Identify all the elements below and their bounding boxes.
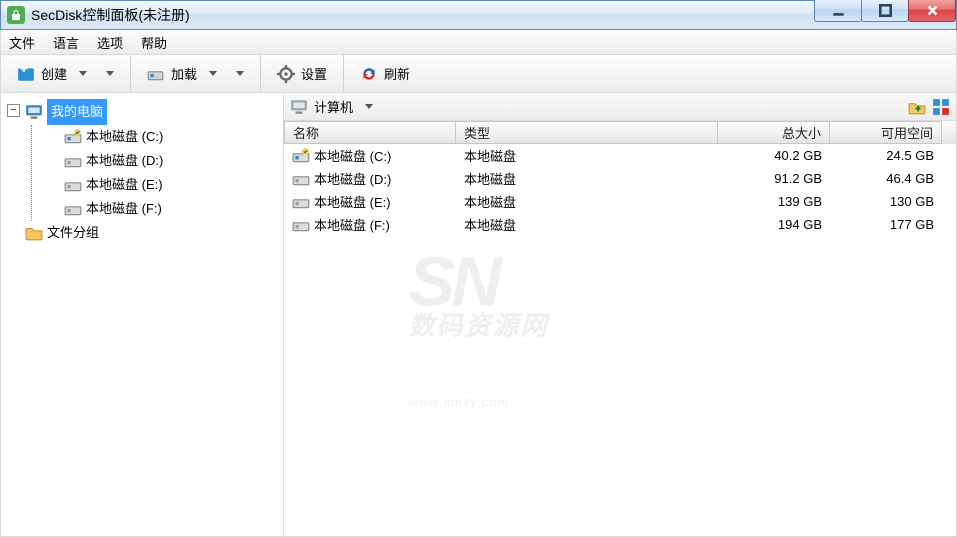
row-type: 本地磁盘 (456, 146, 718, 165)
create-icon (17, 65, 35, 83)
row-free: 177 GB (830, 217, 942, 232)
row-free: 46.4 GB (830, 171, 942, 186)
tree-drive-item[interactable]: 本地磁盘 (C:) (46, 125, 277, 149)
tree-drive-item[interactable]: 本地磁盘 (F:) (46, 197, 277, 221)
toolbar-load-label: 加载 (171, 64, 197, 83)
toolbar-create-label: 创建 (41, 64, 67, 83)
row-name: 本地磁盘 (F:) (314, 215, 390, 234)
column-name[interactable]: 名称 (284, 121, 456, 144)
drive-icon (292, 193, 310, 211)
toolbar-refresh-button[interactable]: 刷新 (344, 55, 426, 92)
tree-drive-label: 本地磁盘 (D:) (86, 149, 163, 173)
tree-drive-label: 本地磁盘 (E:) (86, 173, 163, 197)
list-row[interactable]: 本地磁盘 (E:) 本地磁盘139 GB130 GB (284, 190, 956, 213)
refresh-icon (360, 65, 378, 83)
list-row[interactable]: 本地磁盘 (D:) 本地磁盘91.2 GB46.4 GB (284, 167, 956, 190)
row-free: 24.5 GB (830, 148, 942, 163)
folder-up-icon[interactable] (908, 98, 926, 116)
tree-folder-group[interactable]: 文件分组 (7, 221, 277, 245)
load-icon (147, 65, 165, 83)
toolbar-settings-label: 设置 (301, 64, 327, 83)
toolbar-create-group[interactable]: 创建 (1, 55, 131, 92)
tree-pane: − 我的电脑 本地磁盘 (C:)本地磁盘 (D:)本地磁盘 (E:)本地磁盘 (… (1, 93, 284, 536)
row-type: 本地磁盘 (456, 169, 718, 188)
tree: − 我的电脑 本地磁盘 (C:)本地磁盘 (D:)本地磁盘 (E:)本地磁盘 (… (7, 99, 277, 245)
dropdown-caret-icon[interactable] (365, 104, 373, 109)
dropdown-caret-icon[interactable] (236, 71, 244, 76)
tree-drive-label: 本地磁盘 (F:) (86, 197, 162, 221)
tree-collapse-icon[interactable]: − (7, 104, 20, 117)
row-size: 40.2 GB (718, 148, 830, 163)
main-body: SN 数码资源网 www.smzy.com − 我的电脑 本地磁盘 (C:)本地… (0, 93, 957, 537)
tree-root[interactable]: − 我的电脑 本地磁盘 (C:)本地磁盘 (D:)本地磁盘 (E:)本地磁盘 (… (7, 99, 277, 221)
drive-icon (64, 200, 82, 218)
column-free[interactable]: 可用空间 (830, 121, 942, 144)
drive-icon (292, 170, 310, 188)
dropdown-caret-icon[interactable] (106, 71, 114, 76)
row-name: 本地磁盘 (E:) (314, 192, 391, 211)
path-bar: 计算机 (284, 93, 956, 121)
list-pane: 计算机 名称 类型 总大小 可用空间 本地磁盘 (C:)本地磁盘40.2 GB2… (284, 93, 956, 536)
computer-icon (290, 98, 308, 116)
tree-drive-item[interactable]: 本地磁盘 (E:) (46, 173, 277, 197)
row-free: 130 GB (830, 194, 942, 209)
column-type[interactable]: 类型 (456, 121, 718, 144)
menu-options[interactable]: 选项 (97, 33, 123, 52)
titlebar: SecDisk控制面板(未注册) (0, 0, 957, 30)
menu-file[interactable]: 文件 (9, 33, 35, 52)
row-type: 本地磁盘 (456, 192, 718, 211)
tree-root-label: 我的电脑 (47, 99, 107, 125)
tree-drive-item[interactable]: 本地磁盘 (D:) (46, 149, 277, 173)
list-row[interactable]: 本地磁盘 (F:) 本地磁盘194 GB177 GB (284, 213, 956, 236)
list-row[interactable]: 本地磁盘 (C:) 本地磁盘40.2 GB24.5 GB (284, 144, 956, 167)
menubar: 文件 语言 选项 帮助 (0, 30, 957, 55)
toolbar: 创建 加载 设置 刷新 (0, 55, 957, 93)
drive-icon (64, 176, 82, 194)
gear-icon (277, 65, 295, 83)
toolbar-load-group[interactable]: 加载 (131, 55, 261, 92)
window-title: SecDisk控制面板(未注册) (31, 5, 190, 25)
maximize-button[interactable] (861, 0, 909, 22)
app-lock-icon (7, 6, 25, 24)
toolbar-refresh-label: 刷新 (384, 64, 410, 83)
drive-icon (292, 216, 310, 234)
views-icon[interactable] (932, 98, 950, 116)
window-controls (815, 0, 956, 22)
dropdown-caret-icon (209, 71, 217, 76)
close-button[interactable] (908, 0, 956, 22)
list-body: 本地磁盘 (C:)本地磁盘40.2 GB24.5 GB本地磁盘 (D:)本地磁盘… (284, 144, 956, 536)
computer-icon (25, 103, 43, 121)
folder-icon (25, 224, 43, 242)
column-size[interactable]: 总大小 (718, 121, 830, 144)
menu-language[interactable]: 语言 (53, 33, 79, 52)
drive-icon (64, 128, 82, 146)
tree-drive-label: 本地磁盘 (C:) (86, 125, 163, 149)
row-name: 本地磁盘 (D:) (314, 169, 391, 188)
row-type: 本地磁盘 (456, 215, 718, 234)
path-label: 计算机 (314, 97, 353, 116)
row-size: 91.2 GB (718, 171, 830, 186)
minimize-button[interactable] (814, 0, 862, 22)
drive-icon (64, 152, 82, 170)
row-name: 本地磁盘 (C:) (314, 146, 391, 165)
menu-help[interactable]: 帮助 (141, 33, 167, 52)
dropdown-caret-icon (79, 71, 87, 76)
drive-icon (292, 147, 310, 165)
row-size: 194 GB (718, 217, 830, 232)
list-header: 名称 类型 总大小 可用空间 (284, 121, 956, 144)
toolbar-settings-button[interactable]: 设置 (261, 55, 344, 92)
tree-folder-group-label: 文件分组 (47, 221, 99, 245)
row-size: 139 GB (718, 194, 830, 209)
